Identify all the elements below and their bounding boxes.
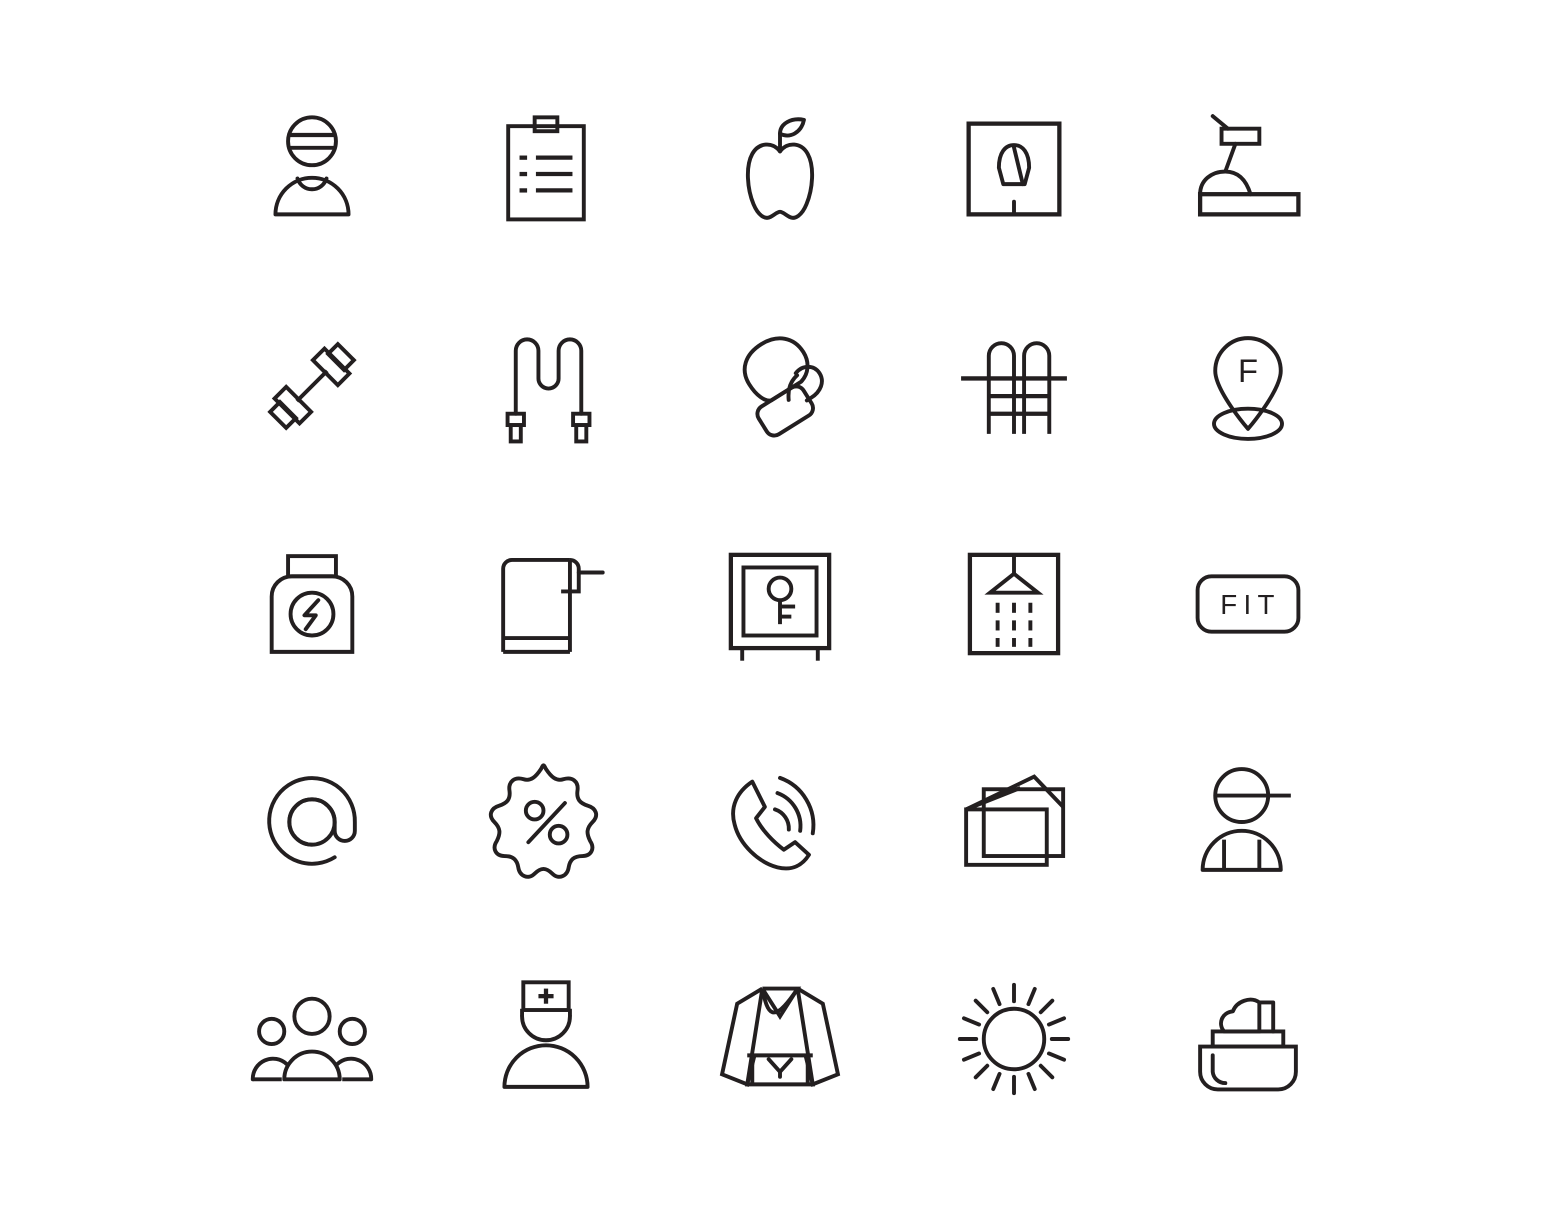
- icon-cell-jump-rope[interactable]: [429, 278, 663, 496]
- icon-grid: F FIT: [0, 0, 1560, 1228]
- treadmill-icon: [1197, 113, 1301, 217]
- sun-ray: [1046, 1016, 1067, 1027]
- dumbbell-icon: [267, 341, 357, 432]
- icon-cell-medical-staff[interactable]: [429, 930, 663, 1148]
- locker-safe-key-icon: [728, 552, 832, 661]
- person-cap-icon: [1200, 766, 1291, 872]
- sun-ray: [1026, 1072, 1037, 1092]
- icon-cell-mail-envelope-stack[interactable]: [897, 713, 1131, 931]
- sun-ray: [1046, 1051, 1067, 1062]
- icon-cell-dumbbell[interactable]: [195, 278, 429, 496]
- cosmetic-cream-jar-icon: [1198, 997, 1298, 1092]
- sun-icon: [957, 983, 1071, 1096]
- sun-ray: [991, 987, 1002, 1007]
- jump-rope-icon: [505, 337, 592, 444]
- shower-icon: [967, 552, 1061, 656]
- fit-badge-icon: FIT: [1195, 574, 1301, 634]
- icon-cell-phone-ringing[interactable]: [663, 713, 897, 931]
- group-people-icon: [250, 996, 374, 1082]
- bathroom-scale-icon: [966, 121, 1062, 217]
- apple-icon: [745, 117, 815, 220]
- boxing-glove-icon: [742, 336, 824, 438]
- medical-staff-icon: [502, 980, 590, 1090]
- athlete-headband-icon: [273, 115, 351, 217]
- karate-gi-icon: [719, 986, 841, 1088]
- email-at-icon: [267, 775, 357, 866]
- mail-envelope-stack-icon: [964, 773, 1066, 867]
- icon-cell-treadmill[interactable]: [1131, 60, 1365, 278]
- sun-ray: [1038, 998, 1055, 1015]
- supplement-jar-icon: [269, 554, 355, 654]
- icon-cell-towel-rack[interactable]: [429, 495, 663, 713]
- clipboard-checklist-icon: [506, 115, 586, 222]
- icon-cell-shower[interactable]: [897, 495, 1131, 713]
- icon-cell-email-at[interactable]: [195, 713, 429, 931]
- fitness-location-pin-icon: F: [1212, 336, 1284, 442]
- icon-cell-athlete-headband[interactable]: [195, 60, 429, 278]
- icon-cell-fit-badge[interactable]: FIT: [1131, 495, 1365, 713]
- towel-rack-icon: [501, 557, 605, 654]
- sun-ray: [1026, 987, 1037, 1007]
- pool-ladder-icon: [961, 341, 1067, 435]
- icon-cell-clipboard-checklist[interactable]: [429, 60, 663, 278]
- icon-cell-supplement-jar[interactable]: [195, 495, 429, 713]
- icon-cell-fitness-location-pin[interactable]: F: [1131, 278, 1365, 496]
- sun-ray: [961, 1051, 982, 1062]
- icon-cell-group-people[interactable]: [195, 930, 429, 1148]
- sun-ray: [991, 1072, 1002, 1092]
- icon-cell-cosmetic-cream-jar[interactable]: [1131, 930, 1365, 1148]
- discount-percent-badge-icon: [488, 762, 599, 879]
- icon-cell-karate-gi[interactable]: [663, 930, 897, 1148]
- phone-ringing-icon: [731, 775, 816, 870]
- icon-cell-locker-safe-key[interactable]: [663, 495, 897, 713]
- fit-badge-label: FIT: [1220, 589, 1280, 620]
- sun-ray: [1038, 1063, 1055, 1080]
- icon-cell-boxing-glove[interactable]: [663, 278, 897, 496]
- icon-cell-discount-percent-badge[interactable]: [429, 713, 663, 931]
- icon-cell-apple[interactable]: [663, 60, 897, 278]
- icon-cell-pool-ladder[interactable]: [897, 278, 1131, 496]
- icon-cell-bathroom-scale[interactable]: [897, 60, 1131, 278]
- icon-cell-sun[interactable]: [897, 930, 1131, 1148]
- icon-cell-person-cap[interactable]: [1131, 713, 1365, 931]
- sun-ray: [973, 998, 990, 1015]
- sun-ray: [961, 1016, 982, 1027]
- pin-letter: F: [1238, 353, 1258, 390]
- sun-ray: [973, 1063, 990, 1080]
- sun-rays: [957, 983, 1071, 1096]
